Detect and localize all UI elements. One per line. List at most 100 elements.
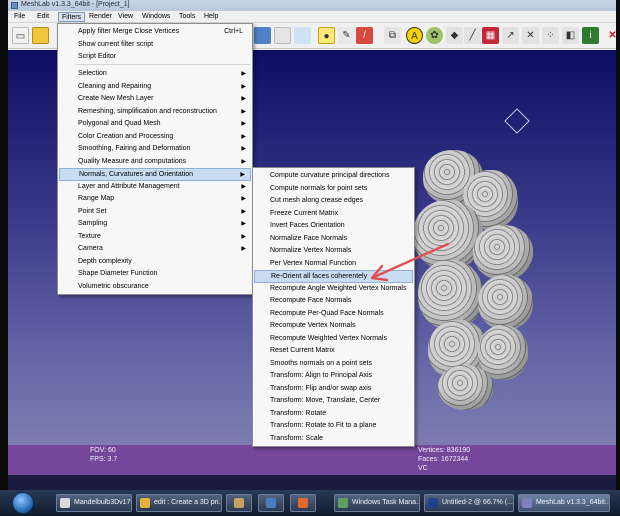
taskbar-label: edit : Create a 3D pri... (154, 499, 222, 506)
menu-view[interactable]: View (115, 12, 136, 22)
filters-menu-item[interactable]: Range Map ▶ (59, 193, 251, 206)
transform-icon[interactable]: ▦ (482, 27, 499, 44)
taskbar-button[interactable]: Windows Task Mana... (334, 494, 420, 512)
menu-tools[interactable]: Tools (176, 12, 198, 22)
taskbar-button[interactable] (290, 494, 316, 512)
filters-menu-item[interactable]: Depth complexity (59, 256, 251, 269)
normals-menu-item[interactable]: Reset Current Matrix (254, 345, 413, 358)
normals-menu-item[interactable]: Smooths normals on a point sets (254, 358, 413, 371)
normals-menu-item[interactable]: Freeze Current Matrix (254, 208, 413, 221)
filters-menu-item[interactable]: Texture ▶ (59, 231, 251, 244)
taskbar-app-icon (522, 498, 532, 508)
filters-menu-item[interactable]: Layer and Attribute Management ▶ (59, 181, 251, 194)
filters-menu-item[interactable]: Script Editor (59, 51, 251, 64)
filters-menu-item[interactable]: Sampling ▶ (59, 218, 251, 231)
filters-menu-item[interactable]: Quality Measure and computations ▶ (59, 156, 251, 169)
vertices-count: Vertices: 836190 (418, 447, 471, 454)
filters-menu-item[interactable]: Apply filter Merge Close Vertices Ctrl+L (59, 26, 251, 39)
pick-icon[interactable]: ✕ (522, 27, 539, 44)
windows-taskbar: Mandelbulb3Dv179 edit : Create a 3D pri..… (0, 490, 620, 516)
menu-item-label: Show current filter script (78, 41, 154, 48)
menu-item-label: Point Set (78, 208, 107, 215)
taskbar-label: Untitled-2 @ 66.7% (... (442, 499, 513, 506)
filters-menu-item[interactable]: Selection ▶ (59, 68, 251, 81)
filters-menu-item[interactable]: Show current filter script (59, 39, 251, 52)
select-icon[interactable]: ⧉ (384, 27, 401, 44)
filters-menu-item[interactable]: Point Set ▶ (59, 206, 251, 219)
close-icon[interactable]: ✕ (604, 27, 616, 44)
normals-menu-item[interactable]: Recompute Weighted Vertex Normals (254, 333, 413, 346)
wireframe-marker (504, 108, 530, 134)
fps-readout: FPS: 3.7 (90, 456, 118, 463)
texture-brush-icon[interactable]: ╱ (464, 27, 481, 44)
folder-open-icon[interactable] (32, 27, 49, 44)
align-icon[interactable]: ↗ (502, 27, 519, 44)
snapshot-icon[interactable] (274, 27, 291, 44)
filters-menu-item[interactable]: Smoothing, Fairing and Deformation ▶ (59, 143, 251, 156)
submenu-arrow-icon: ▶ (241, 84, 246, 90)
menu-item-label: Depth complexity (78, 258, 132, 265)
menu-item-label: Layer and Attribute Management (78, 183, 180, 190)
view-icon[interactable] (294, 27, 311, 44)
shape-icon[interactable]: ◧ (562, 27, 579, 44)
filters-menu-item[interactable]: Color Creation and Processing ▶ (59, 131, 251, 144)
menu-item-label: Create New Mesh Layer (78, 95, 154, 102)
normals-menu-item[interactable]: Cut mesh along crease edges (254, 195, 413, 208)
start-button[interactable] (12, 492, 34, 514)
menu-bar: File Edit Filters Render View Windows To… (8, 11, 616, 23)
measure-icon[interactable]: ✿ (426, 27, 443, 44)
taskbar-button[interactable]: MeshLab v1.3.3_64bit... (518, 494, 610, 512)
menu-item-label: Volumetric obscurance (78, 283, 149, 290)
filters-menu-item[interactable]: Polygonal and Quad Mesh ▶ (59, 118, 251, 131)
normals-menu-item[interactable]: Transform: Flip and/or swap axis (254, 383, 413, 396)
brush-icon[interactable]: / (356, 27, 373, 44)
submenu-arrow-icon: ▶ (241, 196, 246, 202)
menu-edit[interactable]: Edit (34, 12, 52, 22)
normals-menu-item[interactable]: Transform: Align to Principal Axis (254, 370, 413, 383)
taskbar-button[interactable]: Untitled-2 @ 66.7% (... (424, 494, 514, 512)
menu-item-label: Selection (78, 70, 107, 77)
normals-submenu: Compute curvature principal directions Co… (252, 167, 415, 447)
menu-item-label: Texture (78, 233, 101, 240)
info-icon[interactable]: i (582, 27, 599, 44)
taskbar-button[interactable]: Mandelbulb3Dv179 (56, 494, 132, 512)
menu-file[interactable]: File (11, 12, 28, 22)
normals-menu-item[interactable]: Transform: Scale (254, 433, 413, 446)
normals-menu-item[interactable]: Recompute Face Normals (254, 295, 413, 308)
filters-menu-item[interactable]: Normals, Curvatures and Orientation ▶ (59, 168, 251, 181)
filters-menu-item[interactable]: Remeshing, simplification and reconstruc… (59, 106, 251, 119)
points-icon[interactable]: ⁘ (542, 27, 559, 44)
normals-menu-item[interactable]: Invert Faces Orientation (254, 220, 413, 233)
title-bar[interactable]: MeshLab v1.3.3_64bit - [Project_1] (8, 0, 616, 11)
new-file-icon[interactable]: ▭ (12, 27, 29, 44)
filters-menu-item[interactable]: Cleaning and Repairing ▶ (59, 81, 251, 94)
color-icon[interactable]: ◆ (446, 27, 463, 44)
normals-menu-item[interactable]: Compute curvature principal directions (254, 170, 413, 183)
taskbar-button[interactable] (226, 494, 252, 512)
annotation-icon[interactable]: A (406, 27, 423, 44)
normals-menu-item[interactable]: Transform: Rotate (254, 408, 413, 421)
fov-readout: FOV: 60 (90, 447, 116, 454)
filters-menu-item[interactable]: Shape Diameter Function (59, 268, 251, 281)
taskbar-button[interactable]: edit : Create a 3D pri... (136, 494, 222, 512)
normals-menu-item[interactable]: Recompute Vertex Normals (254, 320, 413, 333)
submenu-arrow-icon: ▶ (241, 146, 246, 152)
paint-icon[interactable]: ✎ (338, 27, 355, 44)
menu-render[interactable]: Render (86, 12, 115, 22)
normals-menu-item[interactable]: Transform: Rotate to Fit to a plane (254, 420, 413, 433)
layers-icon[interactable] (254, 27, 271, 44)
menu-windows[interactable]: Windows (139, 12, 173, 22)
filters-menu-item[interactable]: Volumetric obscurance (59, 281, 251, 294)
normals-menu-item[interactable]: Transform: Move, Translate, Center (254, 395, 413, 408)
menu-item-label: Apply filter Merge Close Vertices (78, 28, 180, 35)
menu-item-label: Camera (78, 245, 103, 252)
taskbar-button[interactable] (258, 494, 284, 512)
menu-filters[interactable]: Filters (58, 12, 86, 22)
menu-help[interactable]: Help (201, 12, 221, 22)
filters-menu-item[interactable]: Create New Mesh Layer ▶ (59, 93, 251, 106)
normals-menu-item[interactable]: Recompute Per-Quad Face Normals (254, 308, 413, 321)
normals-menu-item[interactable]: Compute normals for point sets (254, 183, 413, 196)
filters-menu-item[interactable]: Camera ▶ (59, 243, 251, 256)
vc-indicator: VC (418, 465, 428, 472)
light-bulb-icon[interactable]: ● (318, 27, 335, 44)
